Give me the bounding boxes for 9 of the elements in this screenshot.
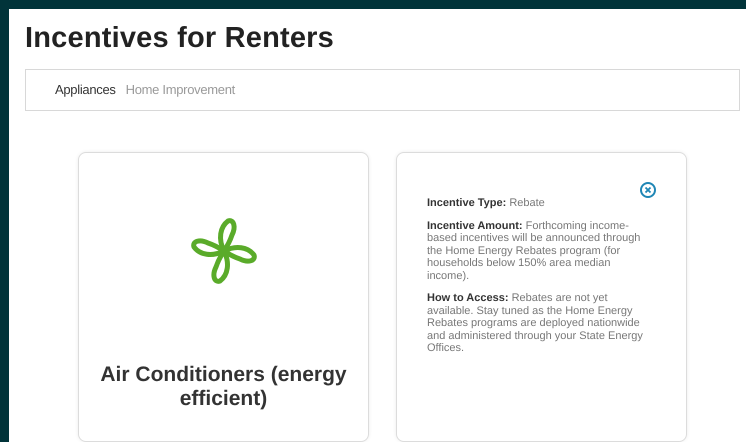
card-title: Air Conditioners (energy efficient) <box>99 363 348 411</box>
detail-paragraph: Incentive Amount: Forthcoming income-based incentives will be announced through the Home Energy Rebates program (for households below 150% area median income). <box>427 220 642 282</box>
page-title: Incentives for Renters <box>25 21 335 55</box>
incentive-card[interactable] <box>396 152 687 442</box>
incentive-card[interactable]: Air Conditioners (energy efficient) <box>78 152 369 442</box>
detail-paragraph: Incentive Type: Rebate <box>427 197 546 210</box>
detail-paragraph: How to Access: Rebates are not yet available. Stay tuned as the Home Energy Rebates programs are deployed nationwide and administered through your State Energy Offices. <box>427 292 644 354</box>
close-icon[interactable] <box>639 181 657 199</box>
category-tab[interactable]: Appliances <box>55 80 116 100</box>
